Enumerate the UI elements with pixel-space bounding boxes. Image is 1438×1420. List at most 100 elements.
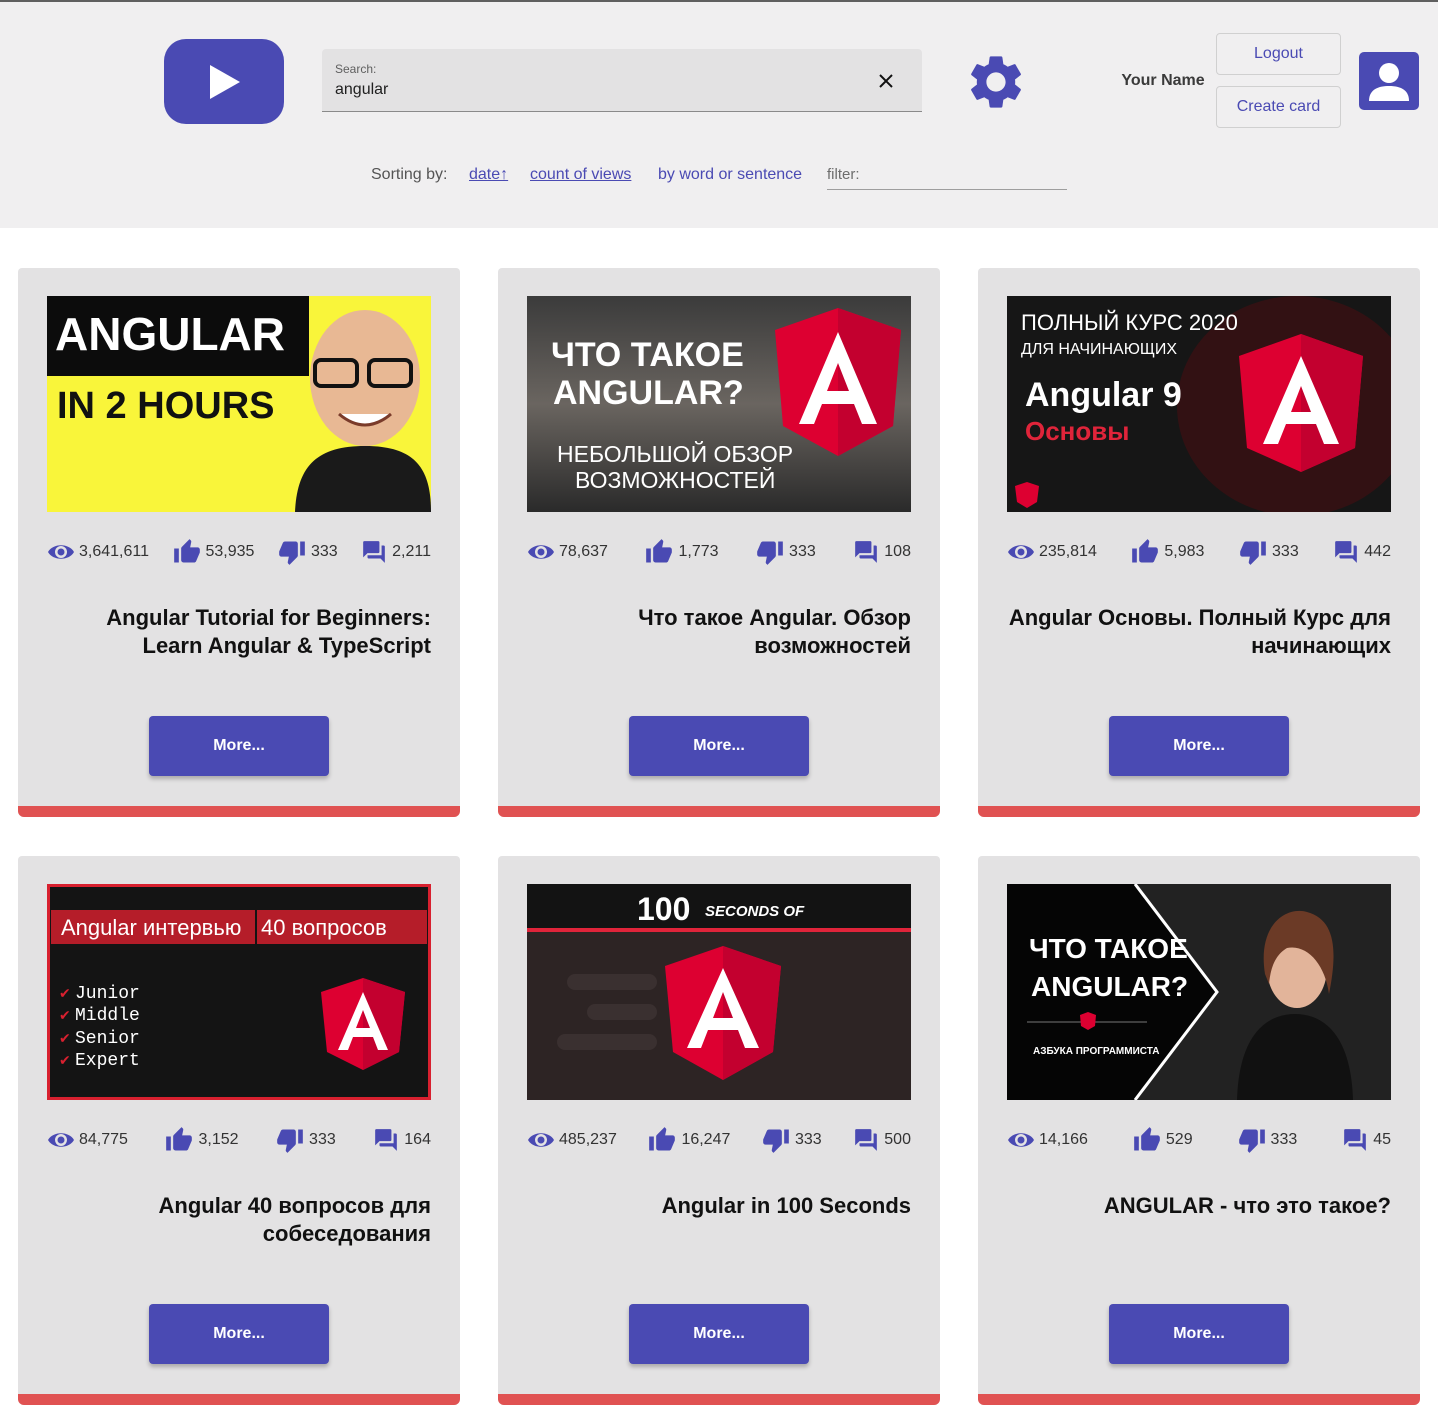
video-thumbnail[interactable]: ANGULAR IN 2 HOURS: [47, 296, 431, 512]
video-thumbnail[interactable]: ЧТО ТАКОЕ ANGULAR? АЗБУКА ПРОГРАММИСТА: [1007, 884, 1391, 1100]
avatar[interactable]: [1359, 52, 1419, 110]
comments-count: 442: [1364, 543, 1391, 560]
thumb-down-icon: [279, 541, 305, 565]
video-title: Angular 40 вопросов для собеседования: [158, 1193, 431, 1246]
thumbnail-text: 40 вопросов: [261, 915, 387, 940]
likes-count: 53,935: [205, 543, 255, 560]
filter-field[interactable]: [827, 162, 1067, 190]
likes-stat[interactable]: 529: [1132, 1126, 1193, 1154]
card-accent-bar: [18, 1394, 460, 1405]
dislikes-count: 333: [1270, 1131, 1298, 1148]
likes-stat[interactable]: 3,152: [164, 1126, 239, 1154]
more-button[interactable]: More...: [149, 1304, 329, 1364]
views-stat: 235,814: [1007, 542, 1097, 562]
comments-count: 45: [1373, 1131, 1391, 1148]
sort-by-date-link[interactable]: date↑: [469, 166, 508, 184]
youtube-logo-button[interactable]: [164, 39, 284, 124]
thumbnail-text: ЧТО ТАКОЕ: [1029, 933, 1188, 964]
thumb-down-icon: [763, 1129, 789, 1153]
comments-icon: [363, 541, 385, 563]
likes-stat[interactable]: 16,247: [647, 1126, 730, 1154]
more-button[interactable]: More...: [149, 716, 329, 776]
thumb-up-icon: [646, 539, 673, 563]
comments-stat[interactable]: 500: [852, 1127, 911, 1153]
card-accent-bar: [18, 806, 460, 817]
video-card: 100 SECONDS OF 485,237 16,247 333 500 An…: [498, 856, 940, 1405]
eye-icon: [528, 1133, 554, 1147]
search-label: Search:: [335, 62, 377, 76]
comments-stat[interactable]: 108: [852, 539, 911, 565]
thumbnail-text: Angular 9: [1025, 376, 1182, 414]
video-stats: 84,775 3,152 333 164: [47, 1126, 431, 1154]
thumbnail-text: Expert: [75, 1051, 140, 1071]
eye-icon: [48, 545, 74, 559]
card-accent-bar: [498, 1394, 940, 1405]
comments-icon: [1335, 541, 1358, 563]
video-title: Angular Tutorial for Beginners: Learn An…: [106, 605, 431, 658]
video-card: ПОЛНЫЙ КУРС 2020 ДЛЯ НАЧИНАЮЩИХ Angular …: [978, 268, 1420, 817]
clear-search-button[interactable]: [874, 69, 898, 93]
thumbnail-text: SECONDS OF: [705, 903, 805, 920]
views-count: 78,637: [559, 543, 608, 560]
gear-icon: [971, 56, 1021, 108]
sort-by-word-link[interactable]: by word or sentence: [658, 166, 802, 184]
dislikes-stat[interactable]: 333: [755, 538, 816, 566]
more-button[interactable]: More...: [1109, 716, 1289, 776]
video-thumbnail[interactable]: Angular интервью 40 вопросов Junior Midd…: [47, 884, 431, 1100]
likes-stat[interactable]: 1,773: [644, 538, 719, 566]
thumbnail-text: ANGULAR?: [1031, 971, 1188, 1002]
comments-icon: [855, 541, 878, 563]
dislikes-stat[interactable]: 333: [277, 538, 338, 566]
eye-icon: [1008, 545, 1034, 559]
video-card: ЧТО ТАКОЕ ANGULAR? АЗБУКА ПРОГРАММИСТА 1…: [978, 856, 1420, 1405]
more-button[interactable]: More...: [629, 1304, 809, 1364]
video-thumbnail[interactable]: 100 SECONDS OF: [527, 884, 911, 1100]
user-name: Your Name: [1121, 72, 1205, 89]
video-stats: 235,814 5,983 333 442: [1007, 538, 1391, 566]
likes-stat[interactable]: 53,935: [172, 538, 255, 566]
filter-input[interactable]: [827, 162, 1067, 186]
eye-icon: [48, 1133, 74, 1147]
video-thumbnail[interactable]: ПОЛНЫЙ КУРС 2020 ДЛЯ НАЧИНАЮЩИХ Angular …: [1007, 296, 1391, 512]
search-input[interactable]: [335, 79, 855, 101]
comments-stat[interactable]: 164: [372, 1127, 431, 1153]
search-field[interactable]: Search:: [322, 49, 922, 112]
sorting-label: Sorting by:: [371, 166, 448, 183]
more-button[interactable]: More...: [1109, 1304, 1289, 1364]
likes-count: 5,983: [1164, 543, 1205, 560]
likes-stat[interactable]: 5,983: [1130, 538, 1204, 566]
dislikes-stat[interactable]: 333: [761, 1126, 822, 1154]
comments-count: 108: [884, 543, 911, 560]
video-card: ANGULAR IN 2 HOURS 3,641,611 53,935 333 …: [18, 268, 460, 817]
dislikes-stat[interactable]: 333: [1237, 1126, 1298, 1154]
create-card-button[interactable]: Create card: [1216, 86, 1341, 128]
views-stat: 485,237: [527, 1130, 617, 1150]
more-button[interactable]: More...: [629, 716, 809, 776]
dislikes-count: 333: [1272, 543, 1299, 560]
comments-stat[interactable]: 45: [1341, 1127, 1391, 1153]
sort-by-views-link[interactable]: count of views: [530, 166, 631, 184]
dislikes-stat[interactable]: 333: [1238, 538, 1299, 566]
video-card: Angular интервью 40 вопросов Junior Midd…: [18, 856, 460, 1405]
thumbnail-text: IN 2 HOURS: [57, 385, 274, 427]
dislikes-stat[interactable]: 333: [275, 1126, 336, 1154]
views-count: 84,775: [79, 1131, 128, 1148]
comments-stat[interactable]: 442: [1332, 539, 1391, 565]
svg-text:✔: ✔: [59, 1030, 71, 1046]
thumbnail-text: Angular интервью: [61, 915, 241, 940]
video-thumbnail[interactable]: ЧТО ТАКОЕ ANGULAR? НЕБОЛЬШОЙ ОБЗОР ВОЗМО…: [527, 296, 911, 512]
thumb-down-icon: [277, 1129, 303, 1153]
dislikes-count: 333: [794, 1131, 822, 1148]
logout-button[interactable]: Logout: [1216, 33, 1341, 75]
thumb-up-icon: [173, 539, 200, 563]
svg-text:✔: ✔: [59, 1052, 71, 1068]
thumb-up-icon: [649, 1127, 676, 1151]
video-title: ANGULAR - что это такое?: [1103, 1193, 1391, 1218]
comments-stat[interactable]: 2,211: [360, 539, 431, 565]
comments-count: 164: [404, 1131, 431, 1148]
comments-icon: [1344, 1129, 1367, 1151]
thumbnail-text: ANGULAR?: [553, 374, 744, 412]
settings-button[interactable]: [964, 50, 1028, 114]
thumb-down-icon: [757, 541, 783, 565]
views-count: 235,814: [1039, 543, 1097, 560]
